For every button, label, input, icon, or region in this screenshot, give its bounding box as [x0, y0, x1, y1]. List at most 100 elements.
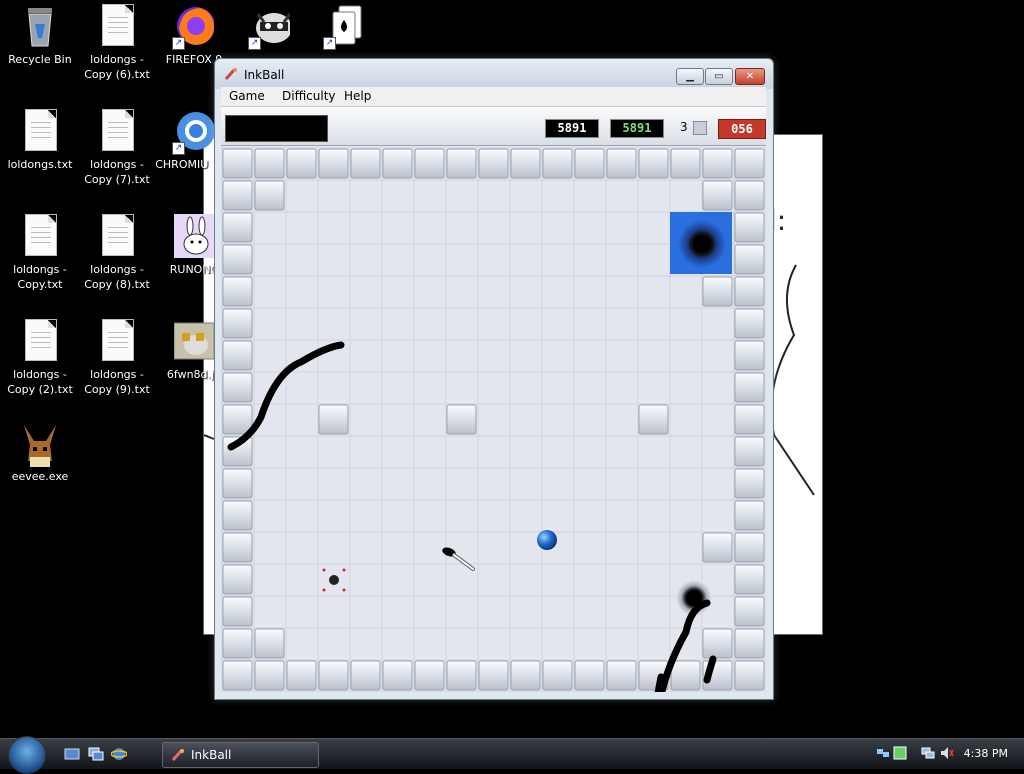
spawn-marker: [342, 568, 346, 572]
wall-block: [734, 628, 765, 659]
volume-muted-icon[interactable]: [940, 746, 954, 760]
wall-block: [702, 148, 733, 179]
show-desktop-icon[interactable]: [64, 746, 80, 762]
wall-block: [734, 308, 765, 339]
text-file-icon: [20, 214, 60, 258]
ink-line: [654, 673, 665, 692]
system-clock: 4:38 PM: [963, 747, 1008, 760]
score-bar: 5891 5891 3 056: [221, 107, 766, 146]
wall-block: [286, 148, 317, 179]
shortcut-arrow-icon: ↗: [323, 37, 336, 50]
wall-block: [254, 660, 285, 691]
desktop-icon-cards[interactable]: ↗: [305, 4, 385, 52]
desktop-icon-raccoon[interactable]: ↗: [230, 4, 310, 52]
menu-game[interactable]: Game: [229, 89, 265, 103]
taskbar: InkBall 4:38 PM: [0, 736, 1024, 774]
ball-count: 056: [718, 119, 766, 139]
wall-block: [734, 564, 765, 595]
progress-timer: [225, 115, 328, 142]
lives-count: 3: [680, 120, 688, 134]
text-file-icon: [20, 319, 60, 363]
wall-block: [414, 148, 445, 179]
desktop-icon-file[interactable]: loldongs - Copy (9).txt: [77, 319, 157, 397]
game-board[interactable]: [221, 147, 766, 692]
wall-block: [222, 628, 253, 659]
wall-block: [222, 180, 253, 211]
lives-ball-icon: [693, 121, 707, 135]
desktop-icon-file[interactable]: loldongs - Copy (7).txt: [77, 109, 157, 187]
inkball-app-icon: [171, 749, 184, 761]
wall-block: [222, 276, 253, 307]
wall-block: [734, 148, 765, 179]
taskbar-button-label: InkBall: [191, 748, 232, 762]
text-file-icon: [97, 109, 137, 153]
shortcut-arrow-icon: ↗: [172, 37, 185, 50]
wall-block: [222, 308, 253, 339]
wall-block: [222, 340, 253, 371]
desktop-icon-recycle-bin[interactable]: Recycle Bin: [0, 4, 80, 67]
desktop-icon-file[interactable]: loldongs - Copy (6).txt: [77, 4, 157, 82]
title-bar[interactable]: InkBall ▁ ▭ ✕: [215, 59, 773, 89]
wall-block: [222, 148, 253, 179]
desktop-icon-file[interactable]: loldongs - Copy (8).txt: [77, 214, 157, 292]
wall-block: [734, 180, 765, 211]
wall-block: [734, 532, 765, 563]
switch-windows-icon[interactable]: [88, 746, 104, 762]
wall-block: [734, 212, 765, 243]
wall-block: [702, 276, 733, 307]
desktop-icon-file[interactable]: loldongs - Copy.txt: [0, 214, 80, 292]
wall-block: [734, 660, 765, 691]
minimize-icon: ▁: [686, 71, 694, 82]
wall-block: [670, 148, 701, 179]
wall-block: [350, 148, 381, 179]
bunny-icon: [174, 214, 218, 258]
wall-block: [318, 404, 349, 435]
wall-block: [702, 628, 733, 659]
taskbar-button-inkball[interactable]: InkBall: [162, 742, 319, 768]
wall-block: [318, 660, 349, 691]
wall-block: [478, 148, 509, 179]
wall-block: [318, 148, 349, 179]
blue-ball: [537, 530, 557, 550]
start-button[interactable]: [8, 736, 46, 774]
wall-block: [222, 372, 253, 403]
text-file-icon: [97, 319, 137, 363]
menu-difficulty[interactable]: Difficulty: [282, 89, 336, 103]
wall-block: [286, 660, 317, 691]
menu-bar: Game Difficulty Help: [221, 87, 766, 107]
maximize-icon: ▭: [714, 71, 724, 82]
tray-app-icon[interactable]: [893, 746, 907, 760]
wall-block: [414, 660, 445, 691]
wall-block: [734, 468, 765, 499]
network-status-icon[interactable]: [921, 746, 935, 760]
wall-block: [350, 660, 381, 691]
desktop-icon-file[interactable]: loldongs.txt: [0, 109, 80, 172]
eevee-icon: [20, 421, 60, 467]
desktop-icon-eevee[interactable]: eevee.exe: [0, 421, 80, 484]
wall-block: [222, 564, 253, 595]
wall-block: [638, 148, 669, 179]
wall-block: [254, 628, 285, 659]
maximize-button[interactable]: ▭: [705, 68, 733, 85]
desktop-icon-file[interactable]: loldongs - Copy (2).txt: [0, 319, 80, 397]
close-icon: ✕: [745, 71, 755, 82]
wall-block: [574, 660, 605, 691]
wall-block: [222, 596, 253, 627]
network-icon[interactable]: [876, 746, 890, 760]
wall-block: [734, 372, 765, 403]
spawn-marker: [322, 588, 326, 592]
internet-explorer-icon[interactable]: [111, 746, 127, 762]
wall-block: [542, 148, 573, 179]
wall-block: [222, 468, 253, 499]
wall-block: [222, 404, 253, 435]
minimize-button[interactable]: ▁: [676, 68, 704, 85]
close-button[interactable]: ✕: [735, 68, 765, 85]
wall-block: [702, 180, 733, 211]
wall-block: [734, 404, 765, 435]
menu-help[interactable]: Help: [344, 89, 371, 103]
text-file-icon: [97, 214, 137, 258]
inkball-window: InkBall ▁ ▭ ✕ Game Difficulty Help 5891 …: [214, 58, 774, 700]
shortcut-arrow-icon: ↗: [172, 142, 185, 155]
wall-block: [254, 148, 285, 179]
window-title: InkBall: [244, 68, 285, 82]
